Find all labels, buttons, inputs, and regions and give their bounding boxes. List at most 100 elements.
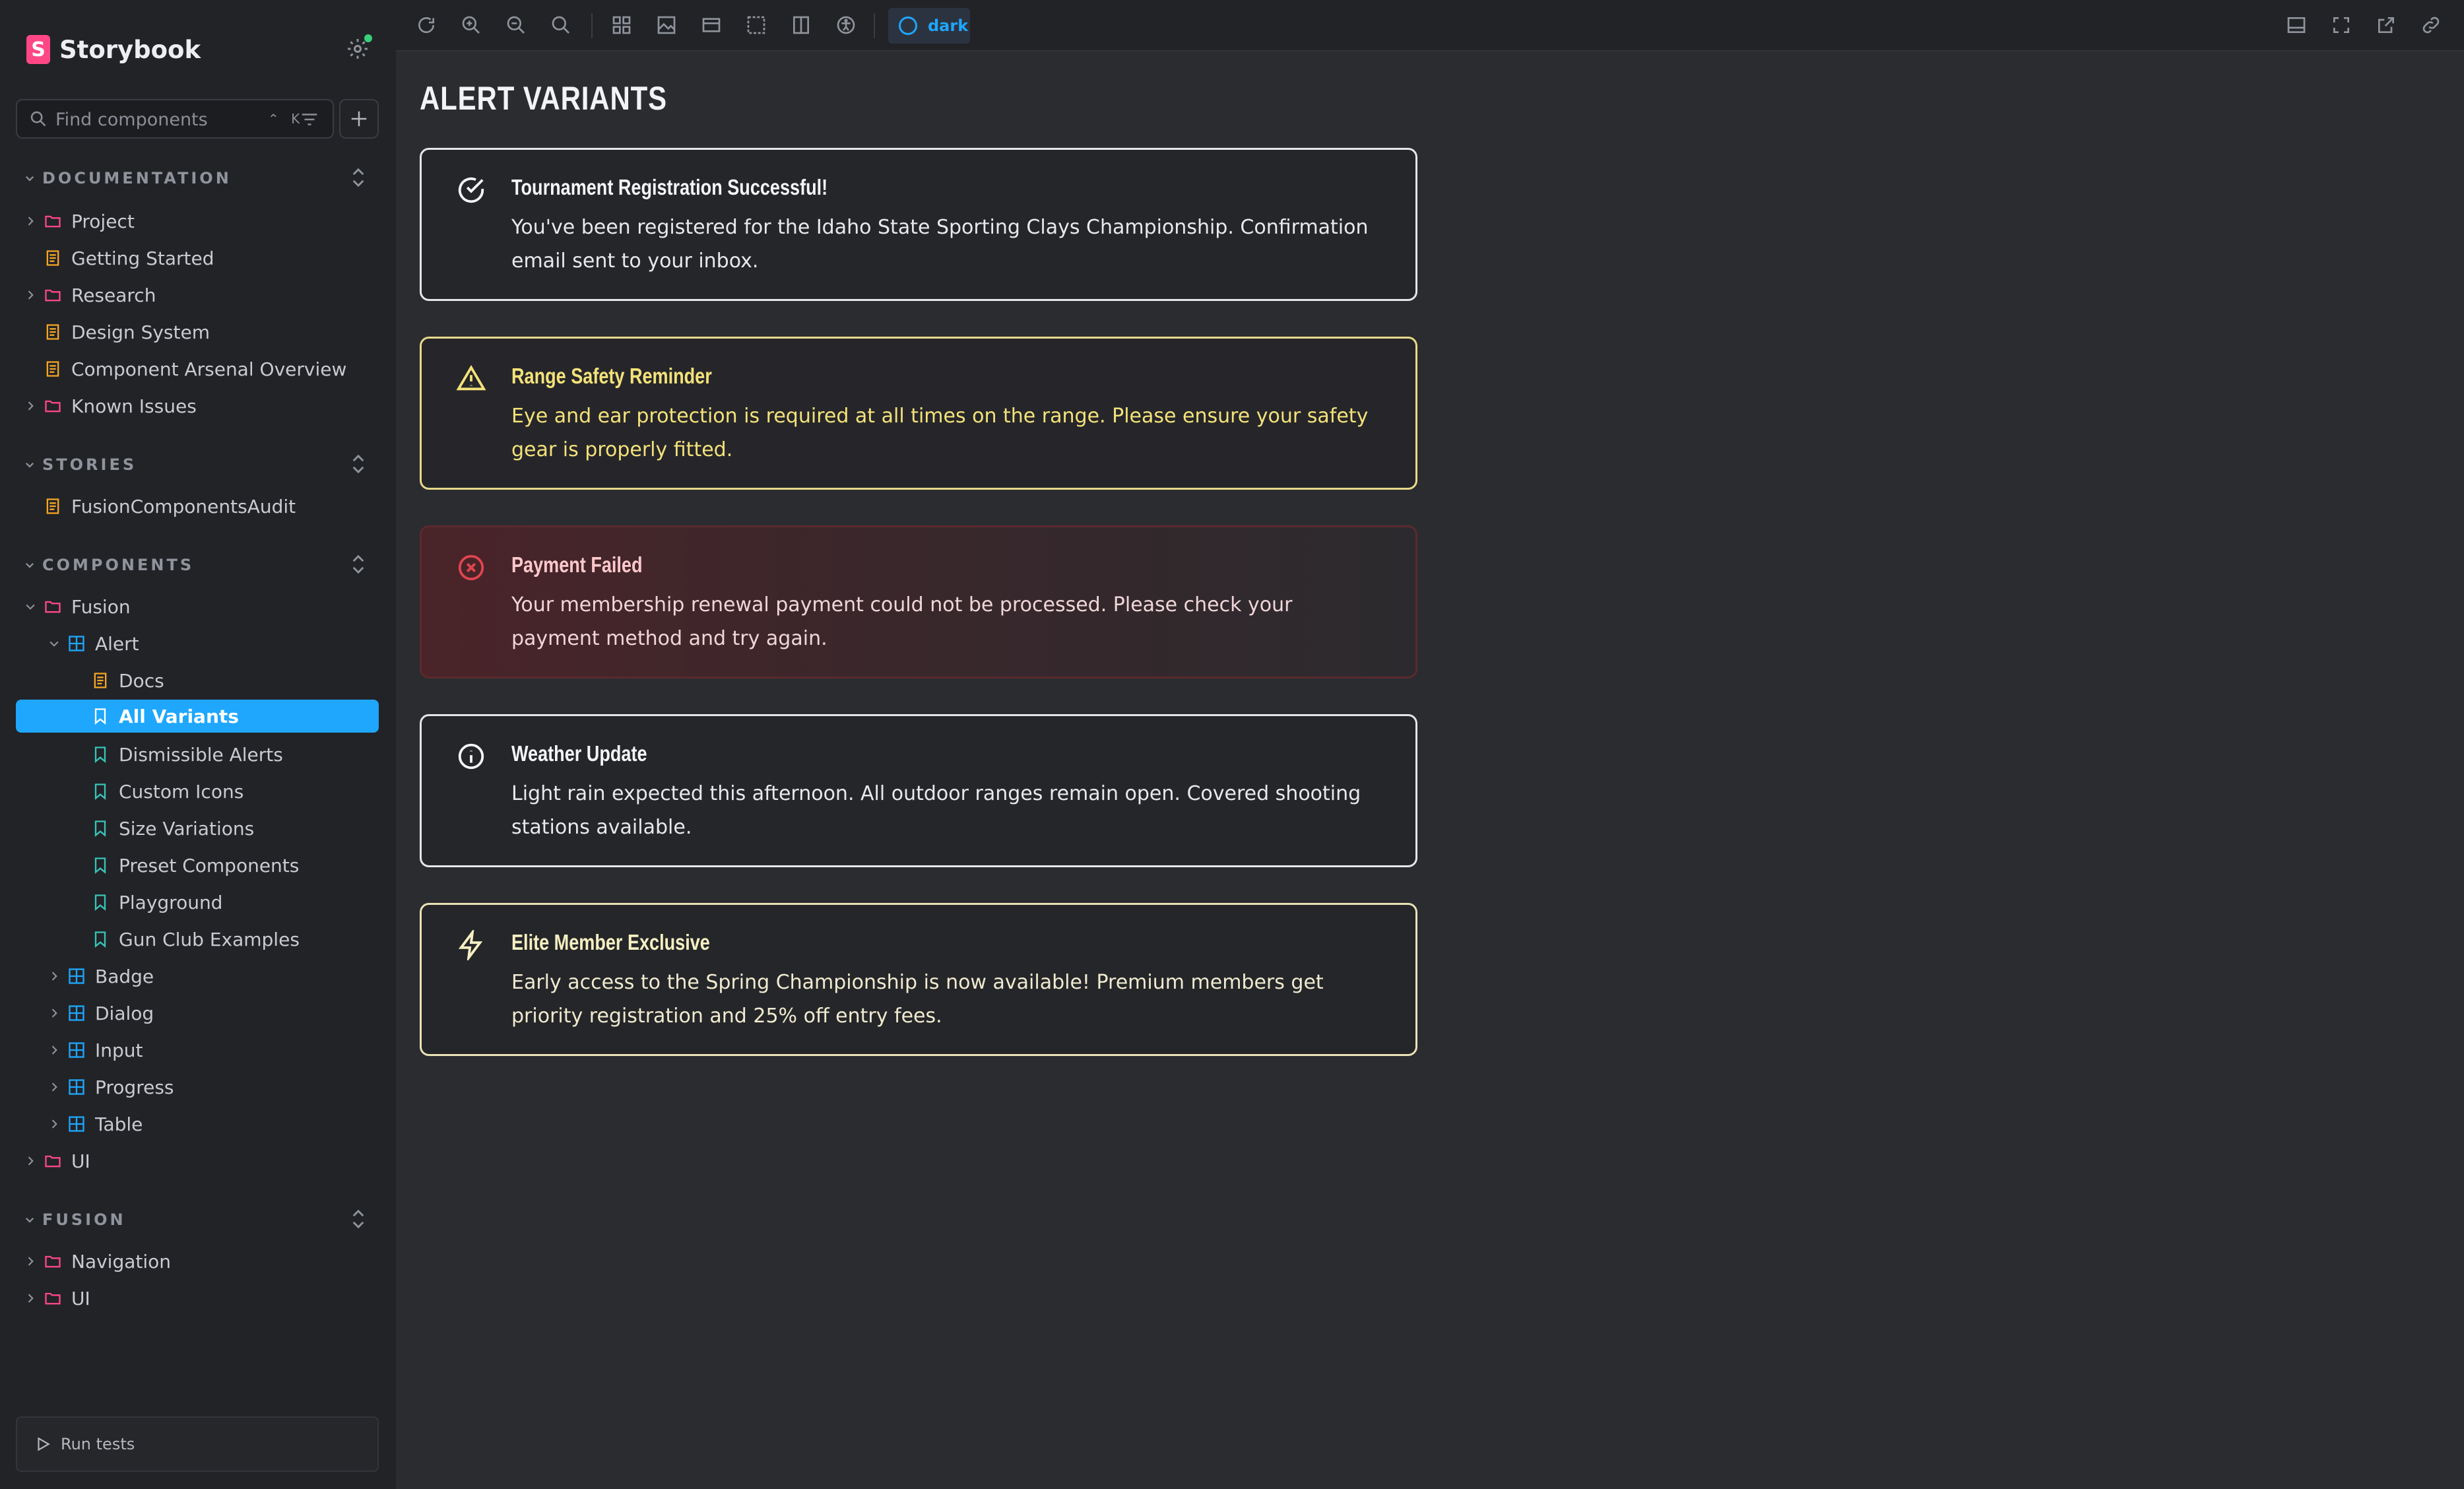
section-components[interactable]: COMPONENTS (24, 553, 194, 577)
component-icon (69, 1042, 84, 1058)
outline-icon[interactable] (746, 15, 767, 36)
chevron-right-icon (28, 401, 34, 411)
theme-circle-icon (899, 17, 917, 35)
sidebar-item-ui-fusion[interactable]: UI (24, 1282, 90, 1315)
reload-icon[interactable] (416, 15, 437, 36)
chevron-down-icon (25, 462, 34, 468)
sidebar-item-dialog[interactable]: Dialog (48, 997, 154, 1030)
sidebar-item-getting-started[interactable]: Getting Started (44, 242, 214, 275)
chevron-right-icon (28, 1156, 34, 1166)
panel-toggle-icon[interactable] (2286, 15, 2307, 36)
chevron-right-icon (51, 972, 57, 981)
sidebar-item-project[interactable]: Project (24, 205, 135, 238)
component-icon (69, 1079, 84, 1095)
alert-title: Payment Failed (511, 552, 643, 577)
folder-icon (45, 601, 61, 613)
alert-warning: Range Safety Reminder Eye and ear protec… (420, 337, 1417, 490)
alert-title: Weather Update (511, 741, 647, 766)
sidebar-item-fusion-audit[interactable]: FusionComponentsAudit (44, 490, 296, 523)
sidebar-item-label: Known Issues (71, 395, 197, 417)
sidebar-item-ui[interactable]: UI (24, 1144, 90, 1177)
settings-gear-icon[interactable] (346, 34, 372, 61)
alert-success: Tournament Registration Successful! You'… (420, 148, 1417, 301)
check-circle-icon (458, 177, 484, 203)
sidebar-item-gun-club-examples[interactable]: Gun Club Examples (91, 923, 300, 956)
component-icon (69, 1116, 84, 1132)
sidebar-item-preset-components[interactable]: Preset Components (91, 849, 299, 882)
expand-collapse-icon[interactable] (348, 553, 368, 576)
sidebar-item-label: Design System (71, 321, 210, 343)
sidebar-item-progress[interactable]: Progress (48, 1071, 174, 1104)
chevron-right-icon (51, 1009, 57, 1018)
viewport-icon[interactable] (701, 15, 722, 36)
alert-info: Weather Update Light rain expected this … (420, 714, 1417, 867)
sidebar-item-label: Preset Components (119, 854, 300, 877)
storybook-brand[interactable]: S Storybook (26, 33, 201, 66)
sidebar-item-all-variants[interactable]: All Variants (16, 700, 379, 733)
expand-collapse-icon[interactable] (348, 453, 368, 475)
grid-icon[interactable] (611, 15, 632, 36)
bookmark-icon (94, 820, 106, 837)
background-image-icon[interactable] (656, 15, 677, 36)
sidebar-item-fusion[interactable]: Fusion (24, 590, 131, 623)
sidebar-item-badge[interactable]: Badge (48, 960, 154, 993)
sidebar-item-component-arsenal[interactable]: Component Arsenal Overview (44, 352, 346, 385)
filter-icon[interactable] (300, 110, 319, 129)
zoom-reset-icon[interactable] (550, 15, 571, 36)
sidebar-item-label: Fusion (71, 595, 131, 618)
add-story-button[interactable] (339, 99, 379, 139)
alert-body: Light rain expected this afternoon. All … (511, 782, 1361, 839)
alert-title: Elite Member Exclusive (511, 930, 710, 954)
sidebar-item-label: Alert (95, 632, 139, 655)
bookmark-icon (94, 931, 106, 948)
search-input[interactable]: Find components ⌃ K (16, 99, 334, 139)
section-stories[interactable]: STORIES (24, 453, 137, 477)
sidebar-item-dismissible-alerts[interactable]: Dismissible Alerts (91, 738, 283, 771)
zoom-out-icon[interactable] (505, 15, 527, 36)
section-fusion[interactable]: FUSION (24, 1208, 126, 1232)
accessibility-icon[interactable] (835, 15, 857, 36)
copy-link-icon[interactable] (2420, 15, 2442, 36)
search-placeholder: Find components (55, 110, 208, 130)
zoom-in-icon[interactable] (461, 15, 482, 36)
sidebar-item-table[interactable]: Table (48, 1108, 143, 1141)
section-documentation[interactable]: DOCUMENTATION (24, 166, 232, 190)
sidebar-item-docs[interactable]: Docs (91, 664, 164, 697)
sidebar-item-playground[interactable]: Playground (91, 886, 222, 919)
sidebar-item-alert[interactable]: Alert (48, 627, 139, 660)
status-dot (364, 34, 372, 42)
folder-icon (45, 215, 61, 228)
sidebar-item-navigation[interactable]: Navigation (24, 1245, 171, 1278)
folder-icon (45, 289, 61, 302)
measure-icon[interactable] (791, 15, 812, 36)
sidebar-item-known-issues[interactable]: Known Issues (24, 389, 197, 422)
open-new-tab-icon[interactable] (2376, 15, 2397, 36)
sidebar-item-label: Dialog (95, 1002, 154, 1024)
sidebar-item-custom-icons[interactable]: Custom Icons (91, 775, 243, 808)
sidebar-item-label: FusionComponentsAudit (71, 495, 296, 517)
document-icon (46, 324, 59, 340)
expand-collapse-icon[interactable] (348, 1208, 368, 1230)
sidebar-item-input[interactable]: Input (48, 1034, 143, 1067)
alert-body: Eye and ear protection is required at al… (511, 405, 1369, 461)
bookmark-icon (94, 857, 106, 874)
brand-name: Storybook (59, 35, 201, 64)
sidebar-item-size-variations[interactable]: Size Variations (91, 812, 254, 845)
lightning-bolt-icon (458, 930, 483, 960)
fullscreen-icon[interactable] (2331, 15, 2352, 36)
sidebar-item-research[interactable]: Research (24, 279, 156, 312)
alert-error: Payment Failed Your membership renewal p… (420, 525, 1417, 678)
sidebar-item-design-system[interactable]: Design System (44, 315, 210, 348)
plus-icon (351, 111, 367, 127)
chevron-right-icon (28, 1294, 34, 1303)
expand-collapse-icon[interactable] (348, 166, 368, 189)
bookmark-icon (94, 783, 106, 800)
chevron-right-icon (51, 1119, 57, 1129)
chevron-right-icon (28, 216, 34, 226)
theme-toggle-button[interactable]: dark (888, 8, 970, 44)
section-label: FUSION (42, 1210, 126, 1229)
component-icon (69, 968, 84, 984)
component-icon (69, 1005, 84, 1021)
run-tests-button[interactable]: Run tests (16, 1416, 379, 1472)
alert-elite: Elite Member Exclusive Early access to t… (420, 903, 1417, 1056)
